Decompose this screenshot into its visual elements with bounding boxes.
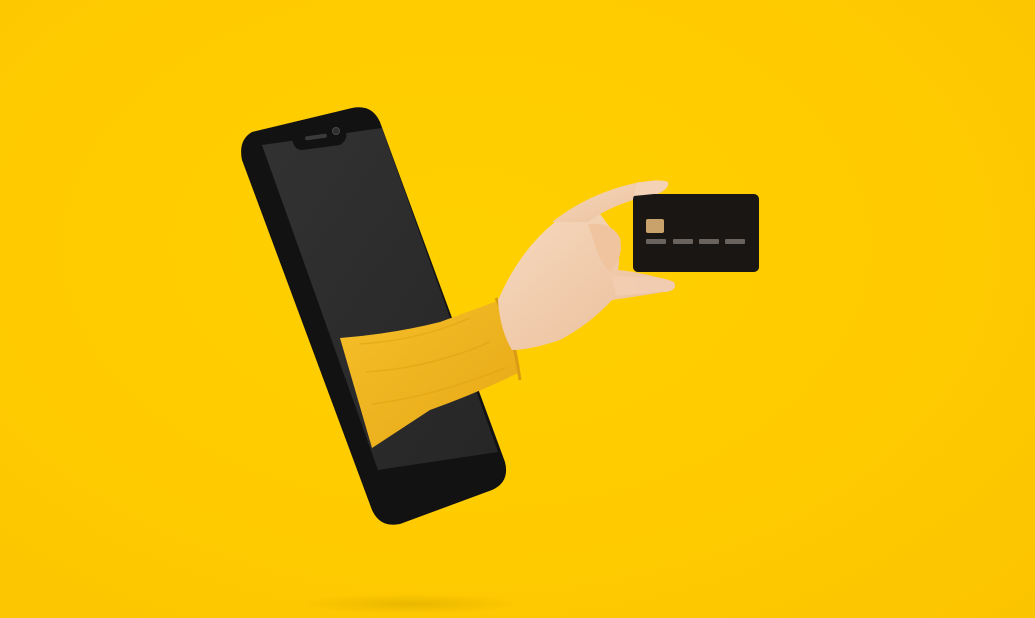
scene-illustration <box>241 107 759 614</box>
phone-camera <box>332 127 340 135</box>
card-chip <box>646 219 664 233</box>
photo-scene <box>0 0 1035 618</box>
floor-shadow <box>300 594 520 614</box>
credit-card-icon <box>633 194 759 272</box>
